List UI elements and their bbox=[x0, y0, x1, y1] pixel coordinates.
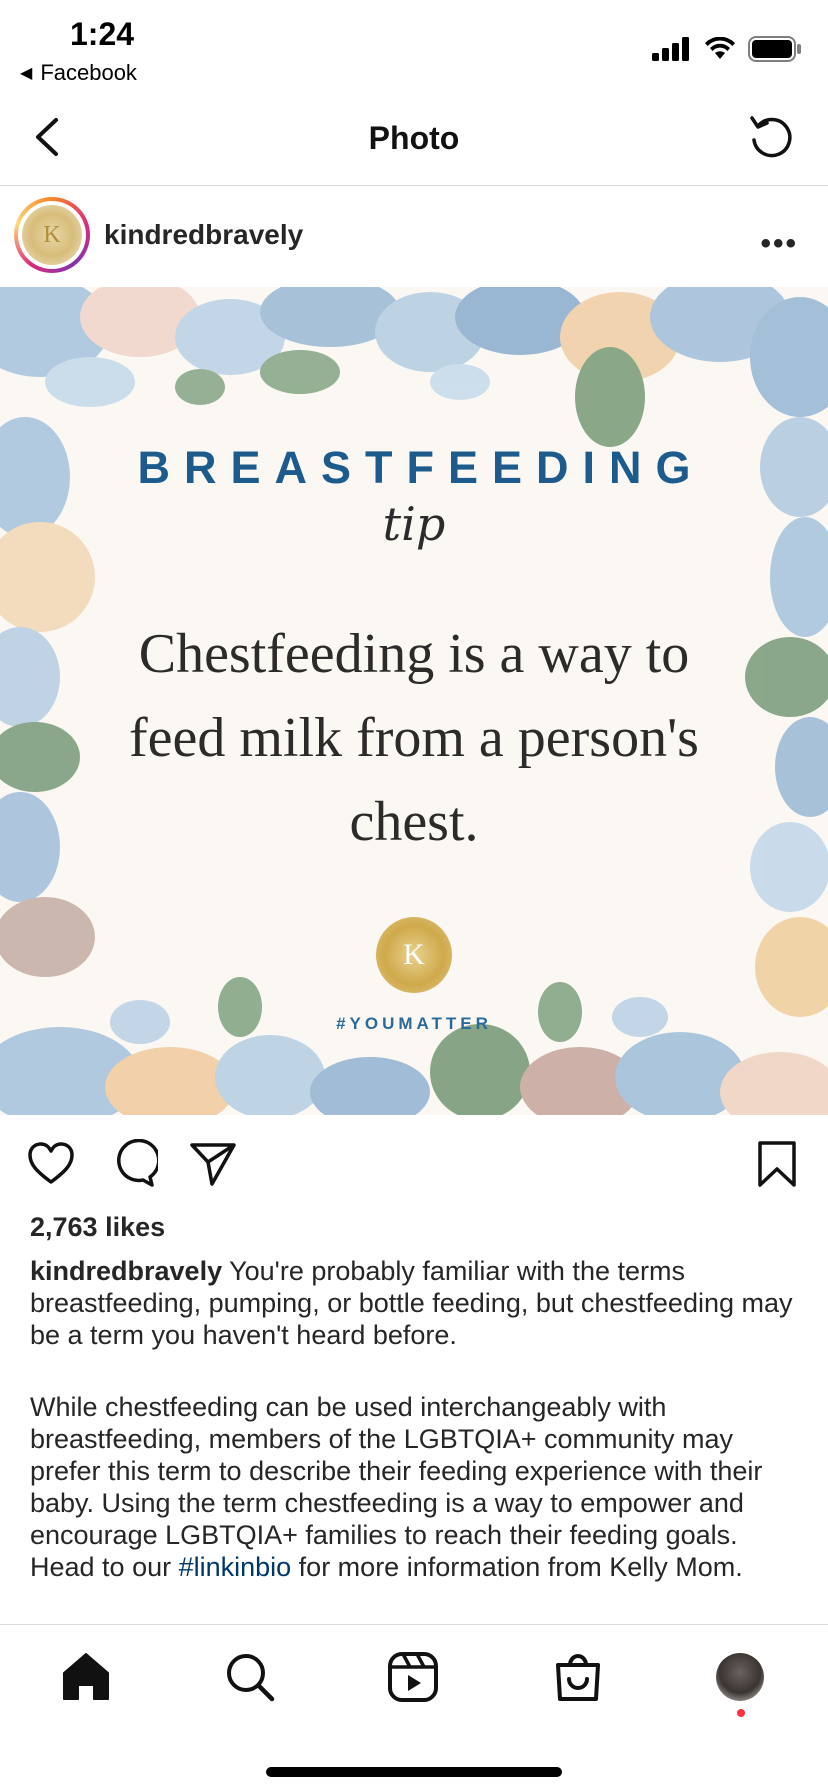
notification-dot bbox=[737, 1709, 745, 1717]
shop-icon[interactable] bbox=[550, 1649, 606, 1705]
status-bar: 1:24 ◀ Facebook bbox=[0, 0, 828, 92]
nav-header: Photo bbox=[0, 92, 828, 186]
status-icons bbox=[652, 36, 802, 62]
status-time: 1:24 bbox=[70, 16, 135, 52]
post-actions bbox=[0, 1115, 828, 1215]
reels-icon[interactable] bbox=[385, 1649, 441, 1705]
image-heading: BREASTFEEDING bbox=[137, 442, 705, 493]
search-icon[interactable] bbox=[222, 1649, 278, 1705]
back-triangle-icon: ◀ bbox=[20, 65, 33, 82]
signal-icon bbox=[652, 37, 689, 61]
hashtag-link[interactable]: #linkinbio bbox=[179, 1552, 292, 1582]
back-app-label: Facebook bbox=[40, 60, 137, 85]
heart-icon[interactable] bbox=[26, 1139, 76, 1189]
post-header: K kindredbravely ••• bbox=[0, 187, 828, 287]
more-options-icon[interactable]: ••• bbox=[760, 227, 798, 261]
share-icon[interactable] bbox=[188, 1139, 238, 1189]
likes-count[interactable]: 2,763 likes bbox=[30, 1212, 165, 1243]
avatar-frame: K bbox=[18, 201, 86, 269]
wifi-icon bbox=[705, 37, 735, 59]
battery-icon bbox=[748, 36, 801, 62]
story-ring-avatar[interactable]: K bbox=[14, 197, 90, 273]
bookmark-icon[interactable] bbox=[752, 1139, 802, 1189]
post-image[interactable]: BREASTFEEDING tip Chestfeeding is a way … bbox=[0, 287, 828, 1115]
refresh-icon[interactable] bbox=[746, 112, 798, 164]
post-caption: kindredbravely You're probably familiar … bbox=[30, 1255, 802, 1583]
comment-icon[interactable] bbox=[108, 1139, 158, 1189]
seal-letter: K bbox=[403, 938, 425, 971]
avatar-letter: K bbox=[43, 221, 61, 248]
bottom-tab-bar bbox=[0, 1624, 828, 1792]
caption-username[interactable]: kindredbravely bbox=[30, 1256, 222, 1286]
post-username[interactable]: kindredbravely bbox=[104, 219, 303, 251]
home-indicator bbox=[266, 1767, 562, 1777]
caption-paragraph-1: kindredbravely You're probably familiar … bbox=[30, 1255, 802, 1351]
profile-avatar[interactable] bbox=[716, 1653, 764, 1701]
image-quote: Chestfeeding is a way to feed milk from … bbox=[129, 623, 699, 853]
back-to-facebook-link[interactable]: ◀ Facebook bbox=[20, 60, 137, 86]
image-subheading: tip bbox=[382, 497, 446, 551]
home-icon[interactable] bbox=[58, 1649, 114, 1705]
image-hashtag: #YOUMATTER bbox=[336, 1014, 492, 1033]
avatar: K bbox=[22, 205, 82, 265]
page-title: Photo bbox=[368, 120, 460, 156]
caption-paragraph-2: While chestfeeding can be used interchan… bbox=[30, 1391, 802, 1583]
caption-text-3: for more information from Kelly Mom. bbox=[291, 1552, 743, 1582]
brand-seal-logo: K bbox=[376, 917, 452, 993]
